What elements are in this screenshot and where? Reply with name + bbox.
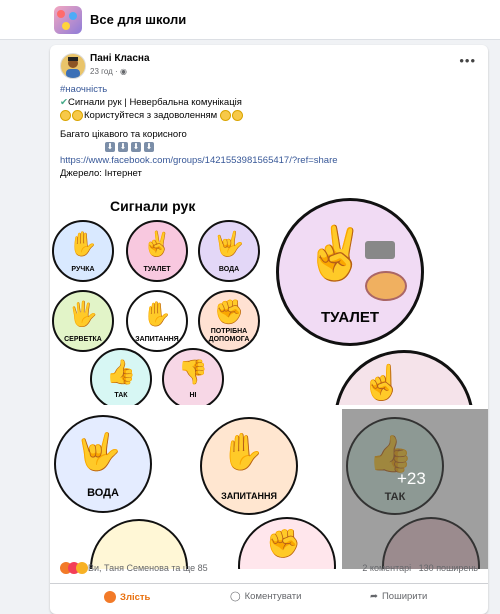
post-meta: 23 год · ◉ [90,67,127,76]
grin-emoji-icon [72,109,83,121]
photo-tile-2[interactable]: ✌ ТУАЛЕТ ☝ [276,192,488,405]
sign-water-large: 🤟 ВОДА [54,415,152,513]
sign-label: ЗАПИТАННЯ [135,336,179,343]
reaction-names[interactable]: Ви, Таня Семенова та ще 85 [88,563,208,573]
down-arrow-icon: ⬇ [144,142,154,153]
post-time[interactable]: 23 год [90,67,113,76]
smile-emoji-icon [219,109,231,121]
tap-icon [365,241,395,259]
sign-label: ВОДА [87,487,119,499]
post-line-3: Багато цікавого та корисного [60,129,187,140]
thumbs-up-icon: 👍 [106,359,136,386]
comment-button[interactable]: ◯ Коментувати [230,591,301,602]
share-count[interactable]: 130 поширень [419,563,478,573]
sign-question: ✋ ЗАПИТАННЯ [126,290,188,352]
sign-napkin: 🖐 СЕРВЕТКА [52,290,114,352]
share-icon: ➦ [370,591,378,602]
like-label: Злість [120,591,151,603]
checkmark-icon: ✔ [60,97,68,108]
sign-pen-large: ☝ [334,350,474,405]
post-line-2: Користуйтеся з задоволенням [84,110,218,121]
sign-label: ЗАПИТАННЯ [221,491,277,501]
sign-question-large: ✋ ЗАПИТАННЯ [200,417,298,515]
sign-water: 🤟 ВОДА [198,220,260,282]
comment-share-counts: 2 коментарі 130 поширень [362,563,478,573]
sign-toilet-large: ✌ ТУАЛЕТ [276,198,424,346]
sign-label: РУЧКА [71,266,95,273]
sign-label: НІ [189,392,197,399]
more-options-button[interactable]: ••• [459,53,476,68]
more-photos-overlay [342,409,488,569]
author-name[interactable]: Пані Класна [90,53,150,64]
like-button[interactable]: Злість [104,591,150,603]
hand-icon: ☝ [361,364,404,402]
hand-icon: ✊ [214,299,244,326]
hand-icon: ✌ [142,231,172,258]
photo-grid: Сигнали рук ✋ РУЧКА ✌ ТУАЛЕТ 🤟 ВОДА 🖐 СЕ… [50,192,488,569]
post-line-1: Сигнали рук | Невербальна комунікація [67,97,242,108]
down-arrow-icon: ⬇ [118,142,128,153]
share-label: Поширити [381,591,428,602]
group-header: Все для школи [0,0,500,40]
comment-icon: ◯ [230,591,241,602]
sign-label: СЕРВЕТКА [64,336,102,343]
photo-tile-5-more[interactable]: 👍 ТАК +23 [342,409,488,569]
sign-label: ТАК [114,392,128,399]
post-url-link[interactable]: https://www.facebook.com/groups/14215539… [60,155,338,166]
sign-yes: 👍 ТАК [90,348,152,405]
sign-label: ПОТРІБНА [210,328,248,335]
group-title[interactable]: Все для школи [90,12,186,27]
post-card: Пані Класна 23 год · ◉ ••• #наочність ✔С… [50,45,488,614]
sign-toilet: ✌ ТУАЛЕТ [126,220,188,282]
comment-label: Коментувати [244,591,302,602]
hand-icon: 🖐 [68,301,98,328]
angry-icon [104,591,116,603]
hand-icon: 🤟 [214,231,244,258]
hand-icon: 🤟 [76,431,121,472]
author-avatar[interactable] [60,53,86,79]
down-arrow-icon: ⬇ [105,142,115,153]
grin-emoji-icon [231,109,243,121]
thumbs-down-icon: 👎 [178,359,208,386]
hand-icon: ✋ [68,231,98,258]
sign-help: ✊ ПОТРІБНА ДОПОМОГА [198,290,260,352]
soap-icon [365,271,407,301]
sheet-title: Сигнали рук [110,198,196,214]
photo-tile-1[interactable]: Сигнали рук ✋ РУЧКА ✌ ТУАЛЕТ 🤟 ВОДА 🖐 СЕ… [50,192,274,405]
sign-label: ДОПОМОГА [208,336,250,343]
share-button[interactable]: ➦ Поширити [370,591,427,602]
sign-pen: ✋ РУЧКА [52,220,114,282]
post-stats: Ви, Таня Семенова та ще 85 2 коментарі 1… [60,560,478,578]
sign-label: ТУАЛЕТ [320,309,380,326]
post-source: Джерело: Інтернет [60,168,142,179]
sign-label: ТУАЛЕТ [143,266,171,273]
comment-count[interactable]: 2 коментарі [362,563,411,573]
photo-tile-3[interactable]: 🤟 ВОДА [50,409,194,569]
action-bar: Злість ◯ Коментувати ➦ Поширити [50,583,488,614]
hand-icon: ✋ [220,431,265,472]
more-photos-count[interactable]: +23 [397,469,426,489]
group-avatar[interactable] [54,6,82,34]
globe-icon: ◉ [119,67,127,76]
photo-tile-4[interactable]: ✋ ЗАПИТАННЯ ✊ [196,409,340,569]
fist-icon: ✊ [266,528,301,559]
hand-icon: ✌ [303,225,368,283]
down-arrow-icon: ⬇ [131,142,141,153]
hashtag-link[interactable]: #наочність [60,84,107,95]
haha-reaction-icon[interactable] [76,562,88,574]
download-emojis: ⬇ ⬇ ⬇ ⬇ [60,141,480,154]
sign-label: ВОДА [218,266,240,273]
sign-no: 👎 НІ [162,348,224,405]
hand-icon: ✋ [142,301,172,328]
post-text: #наочність ✔Сигнали рук | Невербальна ко… [60,83,480,180]
smile-emoji-icon [60,109,71,121]
